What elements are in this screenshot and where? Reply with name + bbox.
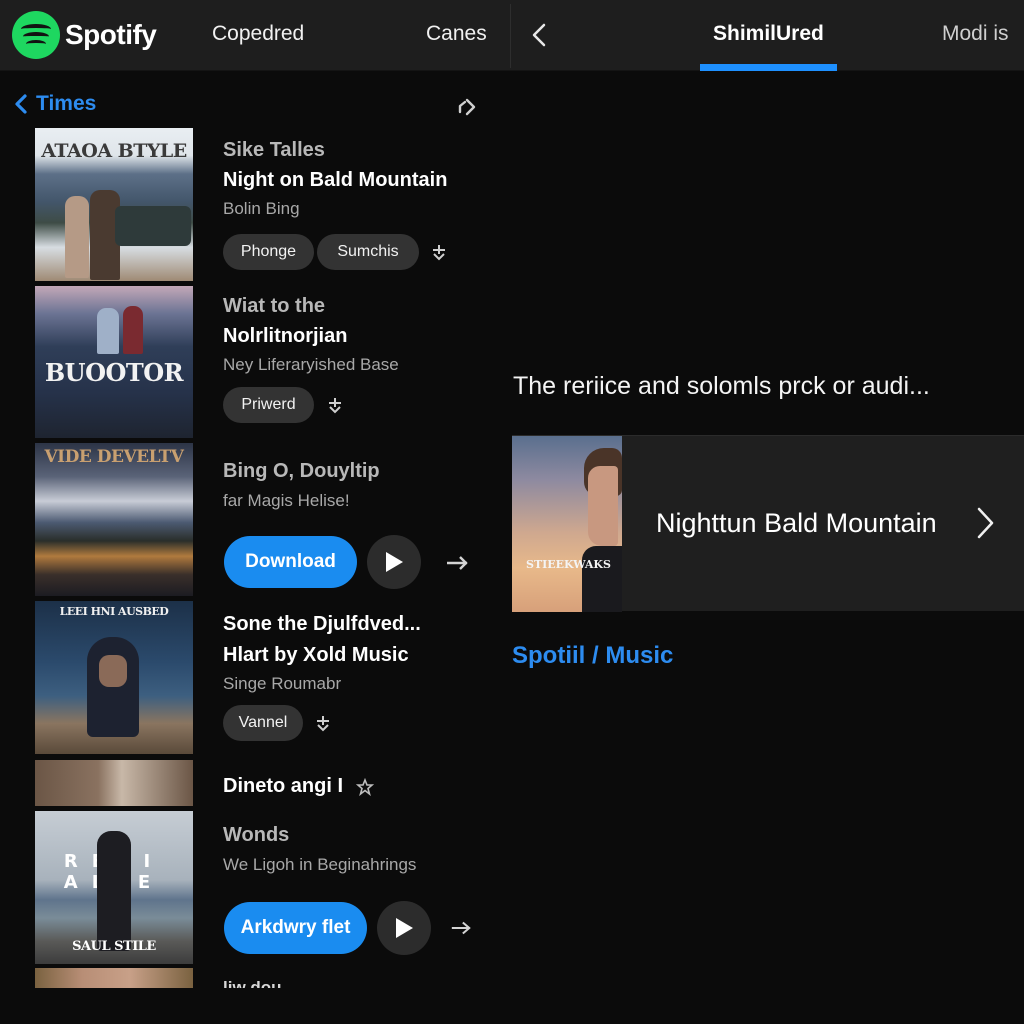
featured-album-cover: STIEEKWAKS: [512, 436, 622, 612]
album-cover[interactable]: ATAOA BTYLE: [35, 128, 193, 281]
nav-item-canes[interactable]: Canes: [426, 22, 487, 46]
album-cover-subtitle: SAUL STILE: [72, 939, 156, 954]
item-title[interactable]: Night on Bald Mountain: [223, 169, 447, 192]
album-cover-title: BUOOTOR: [44, 358, 184, 387]
primary-action-button[interactable]: Arkdwry flet: [224, 902, 367, 954]
topbar-divider: [510, 4, 511, 68]
nav-item-copedred[interactable]: Copedred: [212, 22, 304, 46]
album-cover[interactable]: VIDE DEVELTV: [35, 443, 193, 596]
item-title-line2: Hlart by Xold Music: [223, 644, 409, 666]
album-cover-title: LEEI HNI AUSBED: [59, 605, 169, 618]
arrow-right-icon[interactable]: [450, 919, 472, 937]
item-subtitle: far Magis Helise!: [223, 491, 350, 510]
item-subtitle: Singe Roumabr: [223, 674, 342, 693]
item-category: Bing O, Douyltip: [223, 460, 380, 482]
item-title[interactable]: liw dou...: [223, 978, 296, 988]
arrow-right-icon[interactable]: [444, 554, 470, 572]
spotify-logo[interactable]: Spotify: [12, 11, 157, 59]
album-cover-title: VIDE DEVELTV: [44, 447, 184, 467]
tag-pill[interactable]: Phonge: [223, 234, 314, 270]
album-cover[interactable]: RELI ALIE SAUL STILE: [35, 811, 193, 964]
top-bar: Spotify Copedred Canes ShimilUred Modi i…: [0, 0, 1024, 71]
chevron-left-icon[interactable]: [528, 20, 550, 50]
chevron-right-icon[interactable]: [974, 505, 996, 541]
item-subtitle: Bolin Bing: [223, 199, 300, 218]
download-icon[interactable]: [430, 243, 448, 261]
tag-pill[interactable]: Priwerd: [223, 387, 314, 423]
share-arrow-icon[interactable]: [456, 96, 478, 118]
featured-album-cover-text: STIEEKWAKS: [526, 558, 611, 571]
spotify-logo-icon: [12, 11, 60, 59]
play-button[interactable]: [367, 535, 421, 589]
album-cover[interactable]: BUOOTOR: [35, 286, 193, 438]
tab-shimilured[interactable]: ShimilUred: [713, 22, 824, 46]
item-category: Sike Talles: [223, 139, 325, 161]
breadcrumb[interactable]: Spotiil / Music: [512, 642, 673, 670]
featured-track-title[interactable]: Nighttun Bald Mountain: [656, 508, 937, 539]
tag-pill[interactable]: Vannel: [223, 705, 303, 741]
album-cover-title: ATAOA BTYLE: [41, 140, 187, 162]
item-title[interactable]: Nolrlitnorjian: [223, 325, 347, 348]
download-button[interactable]: Download: [224, 536, 357, 588]
album-cover[interactable]: LEEI HNI AUSBED: [35, 601, 193, 754]
tab-modi-is[interactable]: Modi is: [942, 22, 1009, 46]
download-icon[interactable]: [326, 396, 344, 414]
active-tab-indicator: [700, 64, 837, 71]
play-icon: [396, 918, 413, 938]
item-subtitle: We Ligoh in Beginahrings: [223, 855, 417, 874]
album-cover[interactable]: [35, 968, 193, 988]
item-subtitle: Ney Liferaryished Base: [223, 355, 399, 374]
list-header-title: Times: [36, 92, 97, 115]
item-category: Wonds: [223, 824, 290, 846]
tag-pill[interactable]: Sumchis: [317, 234, 419, 270]
album-cover[interactable]: [35, 760, 193, 806]
item-category: Wiat to the: [223, 295, 326, 317]
star-icon[interactable]: [356, 778, 374, 796]
description-text: The reriice and solomls prck or audi...: [513, 372, 930, 400]
play-button[interactable]: [377, 901, 431, 955]
play-icon: [386, 552, 403, 572]
list-item[interactable]: liw dou...: [0, 968, 500, 988]
list-back-link[interactable]: Times: [14, 92, 96, 116]
download-icon[interactable]: [314, 714, 332, 732]
app-name: Spotify: [65, 19, 157, 50]
item-title[interactable]: Sone the Djulfdved...: [223, 613, 421, 636]
chevron-left-icon: [15, 94, 27, 114]
item-title[interactable]: Dineto angi I: [223, 775, 343, 798]
featured-track-card[interactable]: STIEEKWAKS Nighttun Bald Mountain: [512, 435, 1024, 612]
